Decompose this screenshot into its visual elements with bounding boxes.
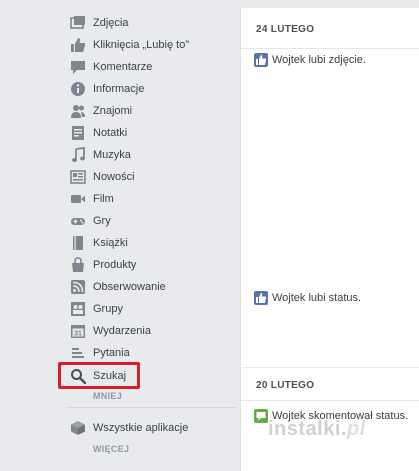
info-icon	[70, 81, 86, 97]
video-icon	[70, 191, 86, 207]
nav-label: Notatki	[93, 127, 128, 139]
nav-label: Grupy	[93, 303, 123, 315]
show-more-link[interactable]: WIĘCEJ	[93, 444, 129, 454]
nav-item-games[interactable]: Gry	[66, 211, 238, 231]
nav-label: Produkty	[93, 259, 137, 271]
nav-label: Nowości	[93, 171, 135, 183]
card-divider	[241, 48, 419, 49]
like-icon	[70, 37, 86, 53]
nav-item-following[interactable]: Obserwowanie	[66, 277, 238, 297]
timeline-card: 24 LUTEGO Wojtek lubi zdjęcie. Wojtek lu…	[240, 8, 419, 367]
nav-item-questions[interactable]: Pytania	[66, 343, 238, 363]
rss-icon	[70, 279, 86, 295]
products-icon	[70, 257, 86, 273]
apps-cube-icon	[70, 420, 86, 436]
nav-item-music[interactable]: Muzyka	[66, 145, 238, 165]
nav-label: Muzyka	[93, 149, 131, 161]
story-text: Wojtek lubi zdjęcie.	[272, 54, 366, 66]
watermark-logo: instalki.pl	[268, 418, 366, 440]
card-date: 20 LUTEGO	[256, 380, 315, 391]
nav-item-groups[interactable]: Grupy	[66, 299, 238, 319]
nav-item-notes[interactable]: Notatki	[66, 123, 238, 143]
nav-label: Gry	[93, 215, 111, 227]
story-text: Wojtek lubi status.	[272, 292, 362, 304]
nav-item-books[interactable]: Książki	[66, 233, 238, 253]
activity-story[interactable]: Wojtek lubi zdjęcie.	[254, 53, 366, 67]
nav-item-news[interactable]: Nowości	[66, 167, 238, 187]
nav-label: Obserwowanie	[93, 281, 166, 293]
nav-item-photos[interactable]: Zdjęcia	[66, 13, 238, 33]
photo-icon	[70, 15, 86, 31]
nav-label: Wszystkie aplikacje	[93, 422, 189, 434]
music-icon	[70, 147, 86, 163]
nav-label: Książki	[93, 237, 128, 249]
nav-label: Kliknięcia „Lubię to”	[93, 39, 189, 51]
left-column: Zdjęcia Kliknięcia „Lubię to” Komentarze…	[0, 0, 240, 471]
nav-label: Film	[93, 193, 114, 205]
watermark-main: instalki	[268, 418, 341, 440]
nav-item-likes[interactable]: Kliknięcia „Lubię to”	[66, 35, 238, 55]
nav-item-video[interactable]: Film	[66, 189, 238, 209]
news-icon	[70, 169, 86, 185]
comment-icon	[70, 59, 86, 75]
nav-item-all-apps[interactable]: Wszystkie aplikacje	[66, 418, 238, 438]
games-icon	[70, 213, 86, 229]
questions-icon	[70, 345, 86, 361]
activity-story[interactable]: Wojtek lubi status.	[254, 291, 361, 305]
nav-label: Zdjęcia	[93, 17, 129, 29]
nav-item-friends[interactable]: Znajomi	[66, 101, 238, 121]
nav-label: Komentarze	[93, 61, 153, 73]
svg-text:31: 31	[74, 331, 82, 338]
nav-label: Znajomi	[93, 105, 133, 117]
nav-item-products[interactable]: Produkty	[66, 255, 238, 275]
nav-label: Informacje	[93, 83, 145, 95]
nav-label: Pytania	[93, 347, 130, 359]
groups-icon	[70, 301, 86, 317]
books-icon	[70, 235, 86, 251]
card-divider	[241, 400, 419, 401]
card-date: 24 LUTEGO	[256, 24, 315, 35]
nav-item-info[interactable]: Informacje	[66, 79, 238, 99]
calendar-icon: 31	[70, 323, 86, 339]
nav-divider	[66, 407, 236, 408]
comment-icon	[254, 409, 268, 423]
timeline-column: 24 LUTEGO Wojtek lubi zdjęcie. Wojtek lu…	[240, 0, 419, 471]
like-icon	[254, 53, 268, 67]
like-icon	[254, 291, 268, 305]
nav-label: Wydarzenia	[93, 325, 151, 337]
nav-item-comments[interactable]: Komentarze	[66, 57, 238, 77]
search-highlight-box	[58, 362, 140, 389]
notes-icon	[70, 125, 86, 141]
show-less-link[interactable]: MNIEJ	[93, 391, 122, 401]
friends-icon	[70, 103, 86, 119]
nav-item-events[interactable]: 31 Wydarzenia	[66, 321, 238, 341]
watermark-suffix: pl	[346, 418, 366, 440]
